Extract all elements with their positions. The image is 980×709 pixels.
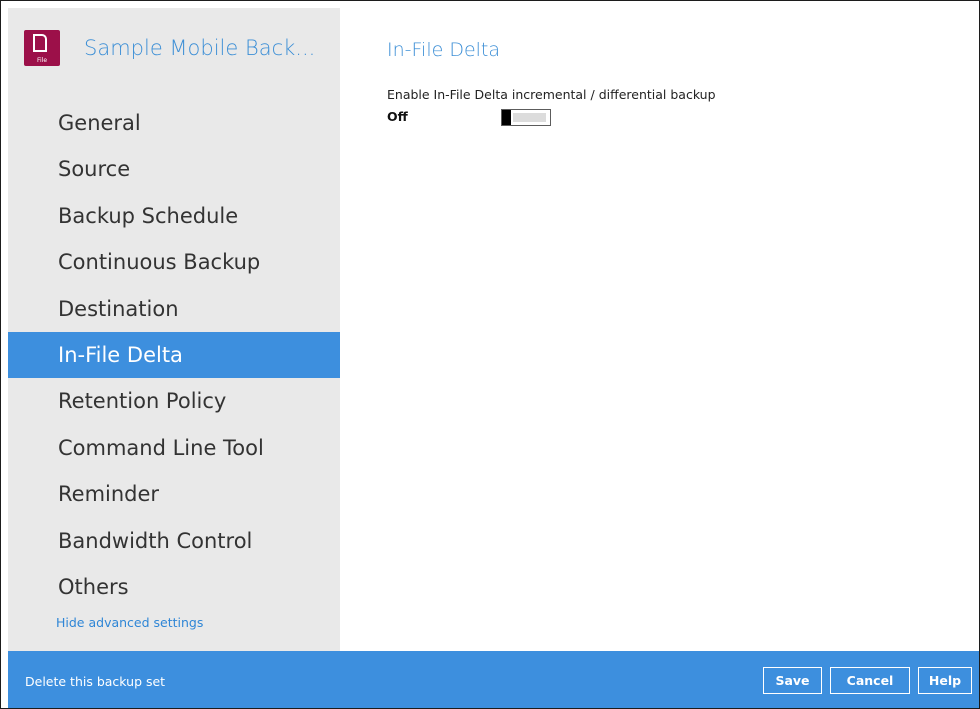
- sidebar-item-retention-policy[interactable]: Retention Policy: [8, 378, 340, 424]
- help-button[interactable]: Help: [918, 667, 972, 694]
- sidebar-item-others[interactable]: Others: [8, 564, 340, 610]
- toggle-track: [513, 113, 546, 122]
- app-header: File Sample Mobile Back...: [24, 30, 315, 66]
- icon-tag: File: [36, 57, 48, 64]
- sidebar-item-source[interactable]: Source: [8, 146, 340, 192]
- in-file-delta-toggle[interactable]: [501, 109, 551, 126]
- hide-advanced-settings-link[interactable]: Hide advanced settings: [56, 615, 203, 630]
- sidebar-item-bandwidth-control[interactable]: Bandwidth Control: [8, 518, 340, 564]
- sidebar-item-destination[interactable]: Destination: [8, 286, 340, 332]
- backup-set-title: Sample Mobile Back...: [84, 36, 316, 60]
- page-title: In-File Delta: [387, 39, 501, 61]
- sidebar: File Sample Mobile Back... General Sourc…: [8, 8, 340, 651]
- delete-backup-set-link[interactable]: Delete this backup set: [25, 674, 165, 689]
- sidebar-item-general[interactable]: General: [8, 100, 340, 146]
- sidebar-item-backup-schedule[interactable]: Backup Schedule: [8, 193, 340, 239]
- sidebar-item-in-file-delta[interactable]: In-File Delta: [8, 331, 340, 379]
- document-glyph: [33, 34, 47, 52]
- toggle-state-label: Off: [387, 109, 408, 124]
- sidebar-item-reminder[interactable]: Reminder: [8, 471, 340, 517]
- settings-nav: General Source Backup Schedule Continuou…: [8, 100, 340, 610]
- cancel-button[interactable]: Cancel: [830, 667, 910, 694]
- sidebar-item-command-line-tool[interactable]: Command Line Tool: [8, 425, 340, 471]
- in-file-delta-setting-label: Enable In-File Delta incremental / diffe…: [387, 87, 716, 102]
- toggle-knob[interactable]: [502, 110, 511, 125]
- main-panel: In-File Delta Enable In-File Delta incre…: [387, 39, 716, 126]
- footer-bar: Delete this backup set Save Cancel Help: [8, 651, 979, 708]
- save-button[interactable]: Save: [763, 667, 822, 694]
- backup-settings-window: File Sample Mobile Back... General Sourc…: [0, 0, 980, 709]
- file-document-icon: File: [24, 30, 60, 66]
- sidebar-item-continuous-backup[interactable]: Continuous Backup: [8, 239, 340, 285]
